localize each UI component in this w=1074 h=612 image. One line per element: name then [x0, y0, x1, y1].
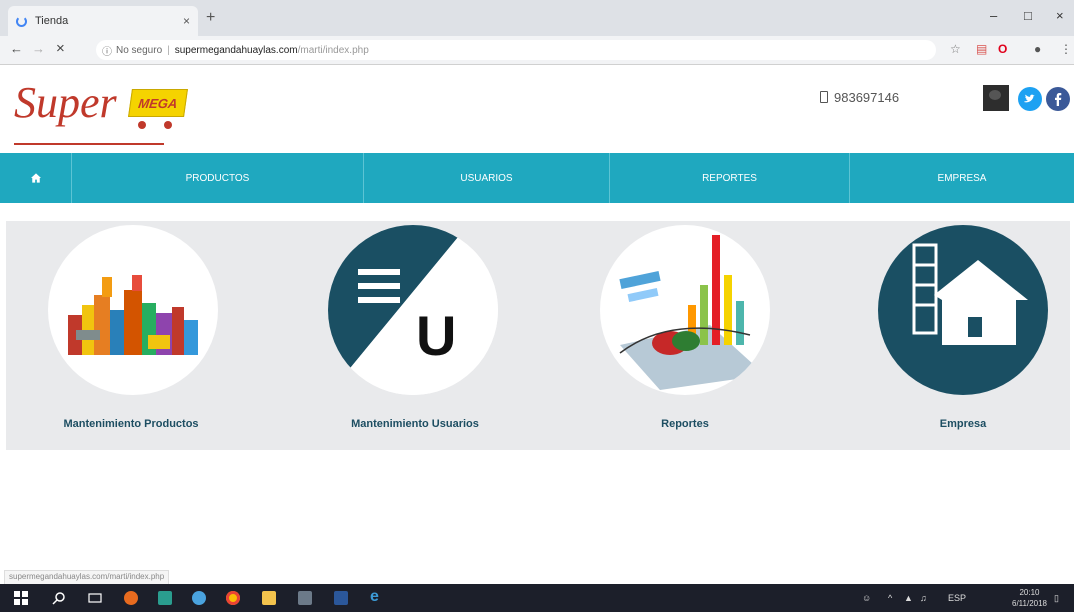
- new-tab-icon[interactable]: +: [206, 9, 215, 27]
- logo-text-super: Super: [14, 78, 117, 127]
- windows-start-icon[interactable]: [14, 591, 28, 605]
- twitter-icon[interactable]: [1018, 87, 1042, 111]
- chrome-icon[interactable]: [226, 591, 240, 605]
- language-indicator[interactable]: ESP: [948, 593, 966, 603]
- company-image[interactable]: [878, 225, 1048, 395]
- users-image[interactable]: U: [328, 225, 498, 395]
- forward-icon[interactable]: →: [32, 41, 45, 56]
- phone-number: 983697146: [834, 90, 900, 105]
- phone-icon: [820, 91, 828, 103]
- tab-close-icon[interactable]: ×: [183, 14, 190, 28]
- card-caption[interactable]: Mantenimiento Usuarios: [290, 418, 540, 430]
- task-view-icon[interactable]: [88, 591, 102, 605]
- back-icon[interactable]: ←: [10, 41, 23, 56]
- facebook-icon[interactable]: [1046, 87, 1070, 111]
- logo-underline: [14, 143, 164, 145]
- menu-item-usuarios[interactable]: USUARIOS: [364, 153, 610, 203]
- dashboard-panel: Mantenimiento Productos U Mantenimiento …: [6, 221, 1070, 450]
- card-caption[interactable]: Reportes: [560, 418, 810, 430]
- home-icon: [30, 173, 41, 183]
- people-icon[interactable]: ☺: [862, 593, 871, 603]
- browser-menu-icon[interactable]: ⋮: [1060, 42, 1072, 56]
- search-icon[interactable]: [52, 591, 66, 605]
- minimize-icon[interactable]: –: [990, 8, 997, 23]
- info-icon[interactable]: ⓘ: [102, 43, 112, 58]
- notifications-icon[interactable]: ▯: [1054, 593, 1059, 604]
- url-path: /marti/index.php: [297, 44, 369, 56]
- edge-icon[interactable]: e: [370, 588, 384, 605]
- site-header: Super MEGA 983697146: [0, 65, 1074, 153]
- phone-contact: 983697146: [820, 90, 899, 105]
- url-host: supermegandahuaylas.com: [174, 44, 298, 56]
- clock-date: 6/11/2018: [1012, 599, 1047, 608]
- cart-logo-icon: MEGA: [124, 85, 192, 129]
- app-icon[interactable]: [192, 591, 206, 605]
- reports-image[interactable]: [600, 225, 770, 395]
- menu-item-productos[interactable]: PRODUCTOS: [72, 153, 364, 203]
- tab-title: Tienda: [35, 15, 69, 27]
- tray-chevron-icon[interactable]: ^: [888, 593, 892, 603]
- loading-icon: [16, 15, 27, 27]
- file-explorer-icon[interactable]: [262, 591, 276, 605]
- browser-toolbar: ← → × ⓘ No seguro | supermegandahuaylas.…: [0, 36, 1074, 65]
- card-caption[interactable]: Empresa: [838, 418, 1074, 430]
- products-image[interactable]: [48, 225, 218, 395]
- app-icon[interactable]: [158, 591, 172, 605]
- maximize-icon[interactable]: □: [1024, 8, 1032, 23]
- firefox-icon[interactable]: [124, 591, 138, 605]
- clock[interactable]: 20:10 6/11/2018: [1012, 587, 1047, 609]
- menu-home[interactable]: [0, 153, 72, 203]
- site-logo[interactable]: Super MEGA: [14, 77, 194, 147]
- stop-loading-icon[interactable]: ×: [56, 40, 65, 57]
- address-bar[interactable]: ⓘ No seguro | supermegandahuaylas.com /m…: [96, 40, 936, 60]
- menu-item-reportes[interactable]: REPORTES: [610, 153, 850, 203]
- user-avatar[interactable]: [983, 85, 1009, 111]
- menu-item-empresa[interactable]: EMPRESA: [850, 153, 1074, 203]
- clock-time: 20:10: [1019, 588, 1040, 597]
- main-menu: PRODUCTOS USUARIOS REPORTES EMPRESA: [0, 153, 1074, 203]
- close-window-icon[interactable]: ×: [1056, 8, 1064, 23]
- windows-taskbar: e ☺ ^ ▲ ♫ ESP 20:10 6/11/2018 ▯: [0, 584, 1074, 612]
- card-empresa[interactable]: Empresa: [838, 225, 1068, 445]
- opera-extension-icon[interactable]: O: [998, 42, 1007, 56]
- extension-icon[interactable]: ▤: [976, 42, 987, 56]
- url-separator: |: [167, 44, 170, 56]
- browser-tab-bar: Tienda × + – □ ×: [0, 0, 1074, 36]
- volume-icon[interactable]: ♫: [920, 593, 927, 603]
- app-icon[interactable]: [334, 591, 348, 605]
- logo-text-mega: MEGA: [137, 95, 179, 111]
- security-label: No seguro: [116, 44, 163, 56]
- card-reportes[interactable]: Reportes: [560, 225, 790, 445]
- user-letter-icon: U: [416, 304, 456, 367]
- card-usuarios[interactable]: U Mantenimiento Usuarios: [290, 225, 520, 445]
- browser-tab[interactable]: Tienda ×: [8, 6, 198, 36]
- app-icon[interactable]: [298, 591, 312, 605]
- card-productos[interactable]: Mantenimiento Productos: [8, 225, 238, 445]
- network-icon[interactable]: ▲: [904, 593, 913, 603]
- profile-icon[interactable]: ●: [1034, 42, 1041, 56]
- bookmark-star-icon[interactable]: ☆: [950, 42, 961, 56]
- card-caption[interactable]: Mantenimiento Productos: [6, 418, 256, 430]
